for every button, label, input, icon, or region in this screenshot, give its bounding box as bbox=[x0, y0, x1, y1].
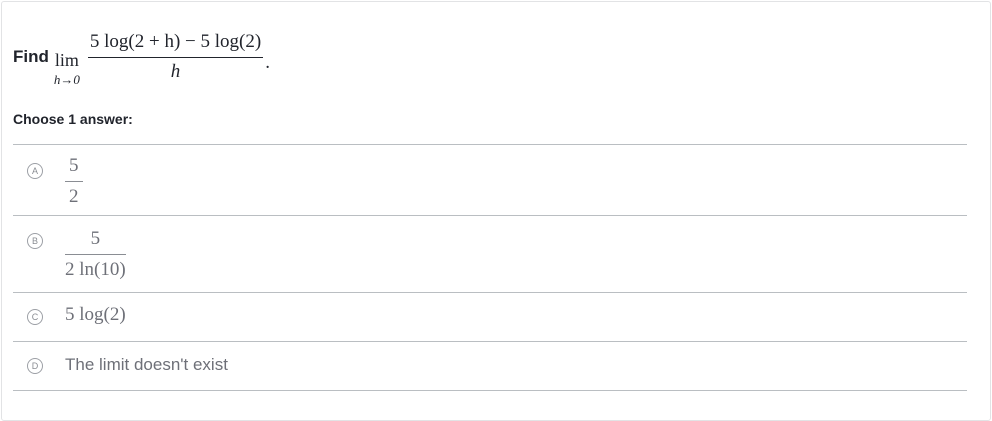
choice-letter-badge: A bbox=[27, 163, 43, 179]
limit-subscript: h→0 bbox=[53, 71, 80, 87]
choose-answer-label: Choose 1 answer: bbox=[13, 111, 133, 127]
choice-letter-badge: C bbox=[27, 309, 43, 325]
choice-b-fraction: 5 2 ln(10) bbox=[65, 228, 126, 281]
answer-choices: A 5 2 B 5 2 ln(10) C 5 log(2) D The limi… bbox=[13, 144, 967, 391]
choice-c-text: 5 log(2) bbox=[65, 304, 126, 325]
choice-d-text: The limit doesn't exist bbox=[65, 355, 228, 374]
choice-a-denominator: 2 bbox=[69, 186, 79, 207]
choice-letter-badge: D bbox=[27, 358, 43, 374]
choice-a-numerator: 5 bbox=[69, 155, 79, 176]
limit-operator: lim h→0 bbox=[54, 50, 80, 87]
question-fraction: 5 log(2 + h) − 5 log(2) h bbox=[87, 30, 264, 84]
question-find-text: Find bbox=[13, 47, 49, 66]
choice-d[interactable]: D The limit doesn't exist bbox=[13, 342, 967, 391]
choice-a-fraction: 5 2 bbox=[65, 155, 83, 208]
question-numerator: 5 log(2 + h) − 5 log(2) bbox=[89, 31, 262, 52]
limit-word: lim bbox=[54, 49, 79, 70]
choice-c[interactable]: C 5 log(2) bbox=[13, 293, 967, 342]
choice-letter-badge: B bbox=[27, 233, 43, 249]
choice-b-denominator: 2 ln(10) bbox=[65, 259, 126, 280]
exercise-card: Find lim h→0 5 log(2 + h) − 5 log(2) h .… bbox=[1, 1, 991, 421]
choice-b[interactable]: B 5 2 ln(10) bbox=[13, 216, 967, 293]
question-denominator: h bbox=[170, 61, 181, 82]
question-period: . bbox=[265, 52, 270, 73]
choice-a[interactable]: A 5 2 bbox=[13, 145, 967, 216]
choice-b-numerator: 5 bbox=[90, 228, 101, 249]
question-prompt: Find lim h→0 5 log(2 + h) − 5 log(2) h . bbox=[13, 30, 270, 87]
